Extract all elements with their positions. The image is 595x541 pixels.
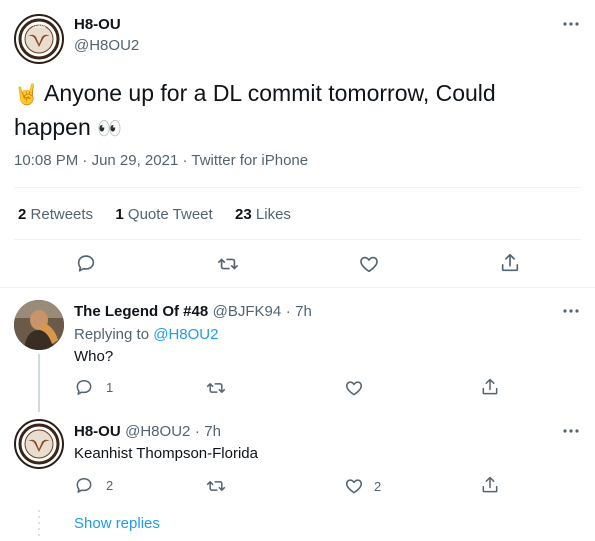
replying-to-link[interactable]: @H8OU2 [153,326,218,343]
like-count: 2 [374,478,382,494]
thread-dots [38,510,40,536]
svg-text:TEXAS: TEXAS [32,24,46,29]
tweet-body: 🤘 Anyone up for a DL commit tomorrow, Co… [14,77,574,145]
share-button[interactable] [480,377,500,397]
reply-age[interactable]: 7h [295,303,312,320]
retweet-icon [206,383,226,393]
share-icon [482,476,498,493]
like-button[interactable] [358,253,380,275]
longhorn-logo-icon: TEXAS [17,17,61,61]
tweet-time[interactable]: 10:08 PM [14,152,78,169]
heart-icon [345,381,363,396]
show-replies-link[interactable]: Show replies [74,515,160,532]
reply-header: H8-OU @H8OU2 · 7h [74,423,221,440]
share-button[interactable] [499,252,521,274]
reply-button[interactable]: 2 [74,475,113,495]
divider [14,187,581,188]
retweet-icon [218,258,238,270]
profile-photo-icon [14,300,64,350]
divider [14,239,581,240]
retweet-button[interactable] [217,253,239,275]
reply-author-handle[interactable]: @BJFK94 [213,303,282,320]
retweets-stat[interactable]: 2 Retweets [18,206,97,223]
retweet-button[interactable] [206,378,226,398]
like-button[interactable] [344,378,364,398]
retweet-icon [206,481,226,491]
tweet-date[interactable]: Jun 29, 2021 [92,152,179,169]
reply-count: 1 [106,379,114,395]
tweet-source[interactable]: Twitter for iPhone [191,152,308,169]
like-button[interactable]: 2 [344,476,381,496]
author-name[interactable]: H8-OU [74,16,121,33]
reply-text: Keanhist Thompson-Florida [74,445,258,462]
reply-age[interactable]: 7h [204,423,221,440]
longhorn-logo-icon [17,422,61,466]
more-dots-icon [563,22,579,26]
tweet-text-line1: Anyone up for a DL commit tomorrow, Coul… [44,80,496,106]
reply-more-button[interactable] [561,301,581,321]
replying-to: Replying to @H8OU2 [74,326,219,343]
share-icon [482,378,498,395]
tweet-text-line2: happen [14,114,91,140]
tweet-meta: 10:08 PM · Jun 29, 2021 · Twitter for iP… [14,152,309,169]
reply-author-avatar[interactable] [14,300,64,350]
reply-icon [76,478,92,493]
more-options-button[interactable] [561,14,581,34]
tweet-stats: 2 Retweets 1 Quote Tweet 23 Likes [18,206,291,223]
reply-more-button[interactable] [561,421,581,441]
author-avatar[interactable]: TEXAS [14,14,64,64]
heart-icon [345,479,363,494]
quote-tweets-stat[interactable]: 1 Quote Tweet [115,206,216,223]
divider [0,287,595,288]
reply-author-name[interactable]: H8-OU [74,423,121,440]
eyes-emoji: 👀 [97,118,123,140]
share-icon [501,253,519,272]
reply-count: 2 [106,477,114,493]
heart-icon [360,256,378,273]
retweet-button[interactable] [206,476,226,496]
reply-button[interactable] [75,252,97,274]
reply-button[interactable]: 1 [74,377,113,397]
reply-text: Who? [74,348,114,365]
more-dots-icon [563,309,579,313]
author-handle[interactable]: @H8OU2 [74,37,139,54]
reply-author-handle[interactable]: @H8OU2 [125,423,190,440]
reply-author-avatar[interactable] [14,419,64,469]
rock-on-emoji: 🤘 [14,84,39,106]
likes-stat[interactable]: 23 Likes [235,206,291,223]
reply-icon [76,380,92,395]
share-button[interactable] [480,475,500,495]
thread-line [38,354,40,412]
reply-author-name[interactable]: The Legend Of #48 [74,303,208,320]
reply-icon [77,255,95,272]
reply-header: The Legend Of #48 @BJFK94 · 7h [74,303,312,320]
more-dots-icon [563,429,579,433]
